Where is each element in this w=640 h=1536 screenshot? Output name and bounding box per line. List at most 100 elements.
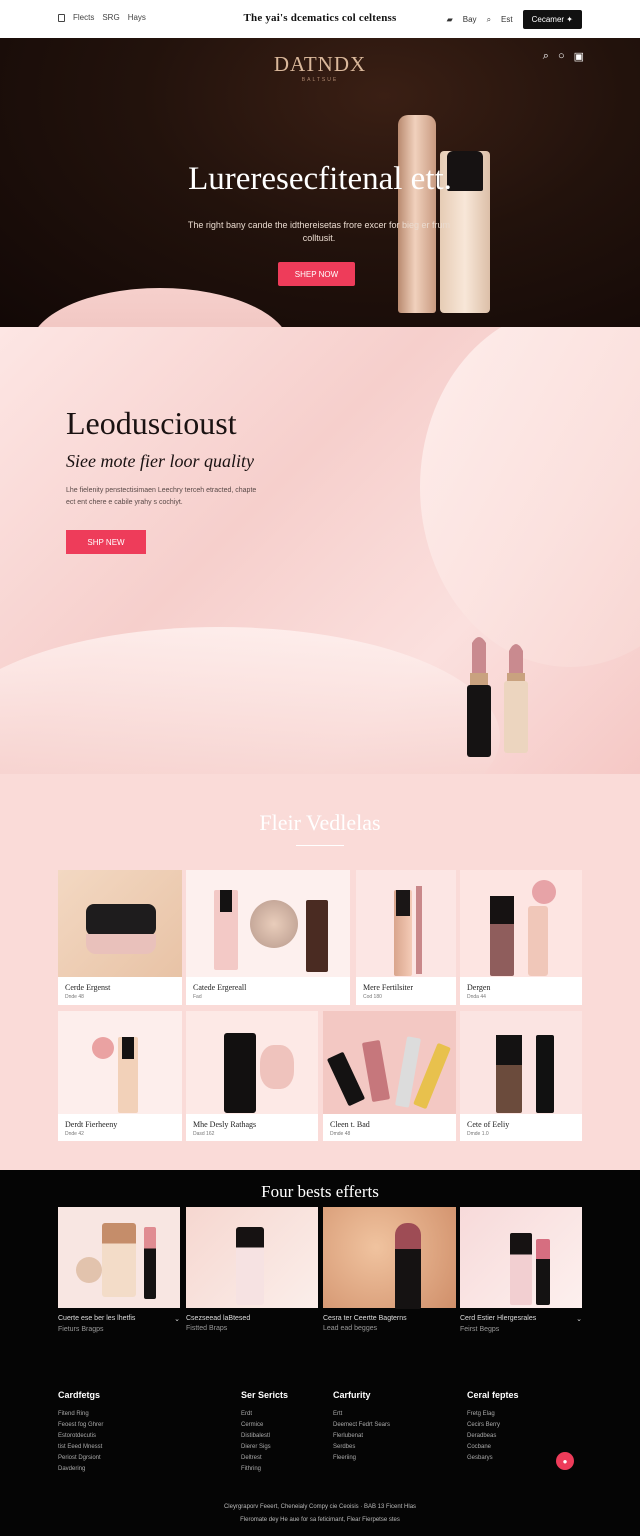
best-card[interactable]: Cuerte ese ber les lhetfis ⌄ Fieturs Brag… (58, 1207, 180, 1333)
footer-column: Ser Sericts Erdt Cermice Distibalestl Di… (241, 1390, 288, 1475)
product-image (323, 1011, 456, 1114)
top-link-1[interactable]: Flects (73, 13, 94, 22)
chevron-down-icon[interactable]: ⌄ (576, 1315, 582, 1323)
footer-link[interactable]: Periost Dgrsiont (58, 1453, 103, 1464)
product-name: Mhe Desly Rathags (193, 1120, 257, 1129)
lipstick-black-image (467, 637, 491, 757)
footer-link[interactable]: Cermice (241, 1420, 288, 1431)
footer-link[interactable]: Serdbes (333, 1442, 390, 1453)
hero-icons: ⌕ ○ ▣ (543, 50, 584, 63)
silk-swoosh (30, 288, 290, 327)
best-title-row: Cuerte ese ber les lhetfis ⌄ (58, 1315, 180, 1323)
product-card[interactable]: Catede Ergereall Fad (186, 870, 350, 1005)
product-name: Mere Fertilsiter (363, 983, 413, 992)
best-title-row: Cerd Estier Hlergesrales ⌄ (460, 1315, 582, 1323)
best-subtitle: Feirst Begps (460, 1326, 500, 1333)
footer-link[interactable]: Davdering (58, 1464, 103, 1475)
search-icon[interactable]: ⌕ (543, 50, 549, 63)
account-button[interactable]: Cecamer ✦ (522, 10, 582, 29)
product-name: Cete of Eeliy (467, 1120, 510, 1129)
location-icon[interactable] (58, 13, 65, 22)
footer-link[interactable]: Fitend Ring (58, 1409, 103, 1420)
best-sellers-section: Four bests efferts Cuerte ese ber les lh… (0, 1170, 640, 1536)
best-image (58, 1207, 180, 1308)
chat-icon: ● (562, 1456, 568, 1466)
user-icon[interactable]: ○ (558, 50, 565, 63)
feature-shop-button[interactable]: SHP NEW (66, 530, 146, 554)
footer-link[interactable]: Deltrest (241, 1453, 288, 1464)
best-card[interactable]: Cerd Estier Hlergesrales ⌄ Feirst Begps (460, 1207, 582, 1333)
product-card[interactable]: Cete of Eeliy Dmde 1.0 (460, 1011, 582, 1141)
footer-link[interactable]: Ertt (333, 1409, 390, 1420)
footer-legal-secondary: Fleromate dey He aue for sa feticimant, … (240, 1517, 400, 1523)
best-title: Cerd Estier Hlergesrales (460, 1315, 537, 1322)
footer-link[interactable]: Dierer Sigs (241, 1442, 288, 1453)
silk-fold (0, 627, 500, 774)
product-image (186, 1011, 318, 1114)
top-bar-right: ▰ Bay ⌕ Est Cecamer ✦ (447, 10, 582, 29)
best-title: Cesra ter Ceertte Bagterns (323, 1315, 407, 1322)
product-price: Dnde 42 (65, 1131, 84, 1137)
footer-column: Carfurity Ertt Deemect Fedrt Sears Flerl… (333, 1390, 390, 1464)
product-card[interactable]: Mere Fertilsiter Cod 180 (356, 870, 456, 1005)
hero-shop-button[interactable]: SHEP NOW (278, 262, 355, 286)
heading-divider (296, 845, 344, 846)
best-card[interactable]: Cesra ter Ceertte Bagterns Lead ead begg… (323, 1207, 456, 1332)
product-card[interactable]: Cleen t. Bad Dmde 48 (323, 1011, 456, 1141)
best-card[interactable]: Csezseead laBtesed Fistted Braps (186, 1207, 318, 1332)
product-image (460, 1011, 582, 1114)
product-stick-image (398, 115, 436, 313)
footer-link[interactable]: Erdt (241, 1409, 288, 1420)
product-image (460, 870, 582, 977)
product-image (186, 870, 350, 977)
footer-column-title: Ceral feptes (467, 1390, 519, 1400)
product-card[interactable]: Mhe Desly Rathags Dasd 162 (186, 1011, 318, 1141)
top-link-2[interactable]: SRG (102, 13, 119, 22)
footer-link[interactable]: Flerlubenat (333, 1431, 390, 1442)
footer-legal: Cleyrgraporv Feeert, Cheneialy Compy cie… (223, 1504, 417, 1510)
footer-link[interactable]: Distibalestl (241, 1431, 288, 1442)
product-price: Dasd 162 (193, 1131, 215, 1137)
footer-link[interactable]: Deemect Fedrt Sears (333, 1420, 390, 1431)
footer-link[interactable]: Cocbane (467, 1442, 519, 1453)
product-card[interactable]: Dergen Dnda 44 (460, 870, 582, 1005)
product-price: Dmde 48 (330, 1131, 351, 1137)
product-price: Fad (193, 994, 202, 1000)
footer-link[interactable]: tist Eeed Mnesst (58, 1442, 103, 1453)
footer-column: Cardfetgs Fitend Ring Feoest fog Ghrer E… (58, 1390, 103, 1475)
footer-link[interactable]: Fleeriing (333, 1453, 390, 1464)
footer-link[interactable]: Cecirs Berry (467, 1420, 519, 1431)
product-name: Catede Ergereall (193, 983, 247, 992)
footer-link[interactable]: Deradbeas (467, 1431, 519, 1442)
products-heading: Fleir Vedlelas (259, 810, 381, 835)
footer-link[interactable]: Fretg Elag (467, 1409, 519, 1420)
product-card[interactable]: Derdt Fierheeny Dnde 42 (58, 1011, 182, 1141)
top-link-3[interactable]: Hays (128, 13, 146, 22)
promo-title: The yai's dcematics col celtenss (243, 12, 397, 24)
product-price: Cod 180 (363, 994, 382, 1000)
top-bar: Flects SRG Hays The yai's dcematics col … (0, 0, 640, 38)
cart-icon[interactable]: ▣ (574, 50, 584, 63)
footer-link[interactable]: Feoest fog Ghrer (58, 1420, 103, 1431)
best-image (186, 1207, 318, 1308)
search-icon[interactable]: ⌕ (487, 15, 491, 25)
footer-column-title: Ser Sericts (241, 1390, 289, 1400)
best-image (323, 1207, 456, 1309)
hero-headline: Lureresecfitenal ett. (188, 161, 452, 197)
footer-link[interactable]: Gesbarys (467, 1453, 519, 1464)
best-title: Cuerte ese ber les lhetfis (58, 1315, 136, 1322)
footer-link[interactable]: Fithring (241, 1464, 288, 1475)
silk-fold (420, 327, 640, 667)
chat-button[interactable]: ● (556, 1452, 574, 1470)
top-right-link-1[interactable]: Bay (463, 15, 477, 24)
footer-link[interactable]: Estorotdecutis (58, 1431, 103, 1442)
hero-subtext: The right bany cande the idthereisetas f… (187, 220, 451, 243)
chevron-down-icon[interactable]: ⌄ (174, 1315, 180, 1323)
top-right-link-2[interactable]: Est (501, 15, 513, 24)
feature-title: Leoduscioust (66, 405, 237, 441)
product-name: Derdt Fierheeny (65, 1120, 118, 1129)
footer-column: Ceral feptes Fretg Elag Cecirs Berry Der… (467, 1390, 519, 1464)
footer-column-title: Carfurity (333, 1390, 371, 1400)
bag-icon[interactable]: ▰ (447, 15, 453, 24)
product-card[interactable]: Cerde Ergenst Dnde 48 (58, 870, 182, 1005)
